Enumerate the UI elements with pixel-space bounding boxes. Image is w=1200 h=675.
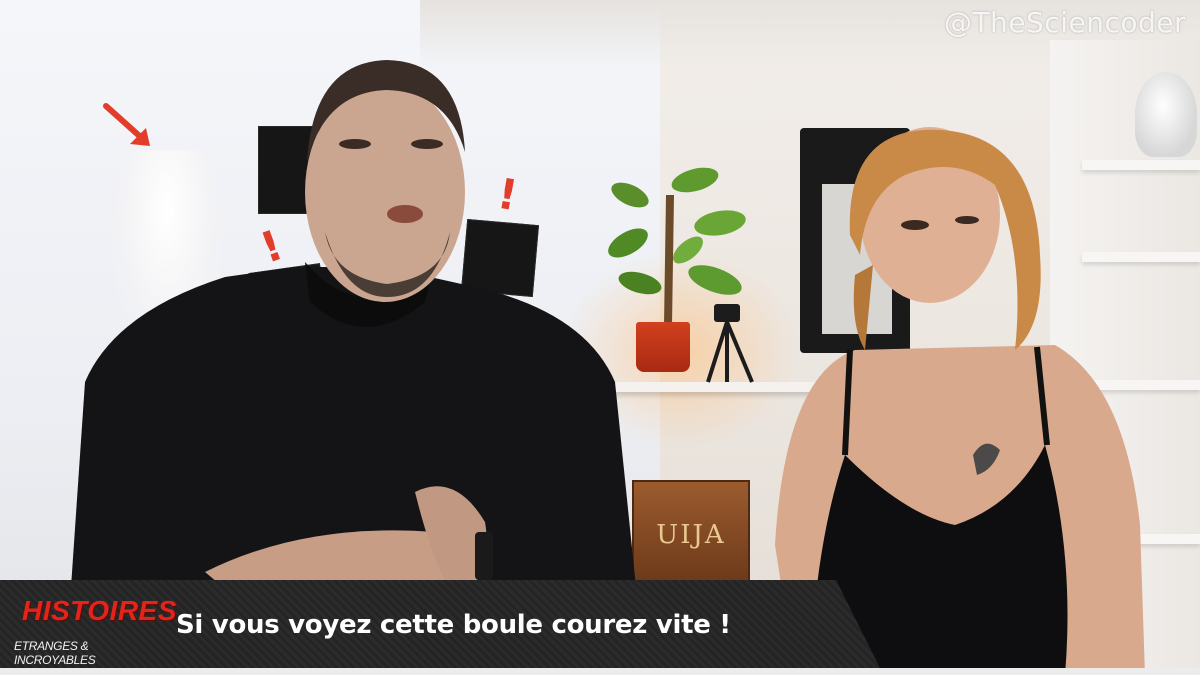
- bottom-strip: [0, 668, 1200, 675]
- show-logo-subtitle: ETRANGES & INCROYABLES: [14, 639, 96, 667]
- camera-tripod-icon: [706, 304, 754, 383]
- channel-watermark: @TheSciencoder: [943, 6, 1186, 39]
- show-logo-title: HISTOIRES: [22, 595, 177, 626]
- caption-text: Si vous voyez cette boule courez vite !: [176, 610, 731, 640]
- show-logo: HISTOIRES ETRANGES & INCROYABLES: [0, 583, 176, 667]
- video-frame: ! ! UIJA @TheSciencoder HISTOIRES ETRANG…: [0, 0, 1200, 675]
